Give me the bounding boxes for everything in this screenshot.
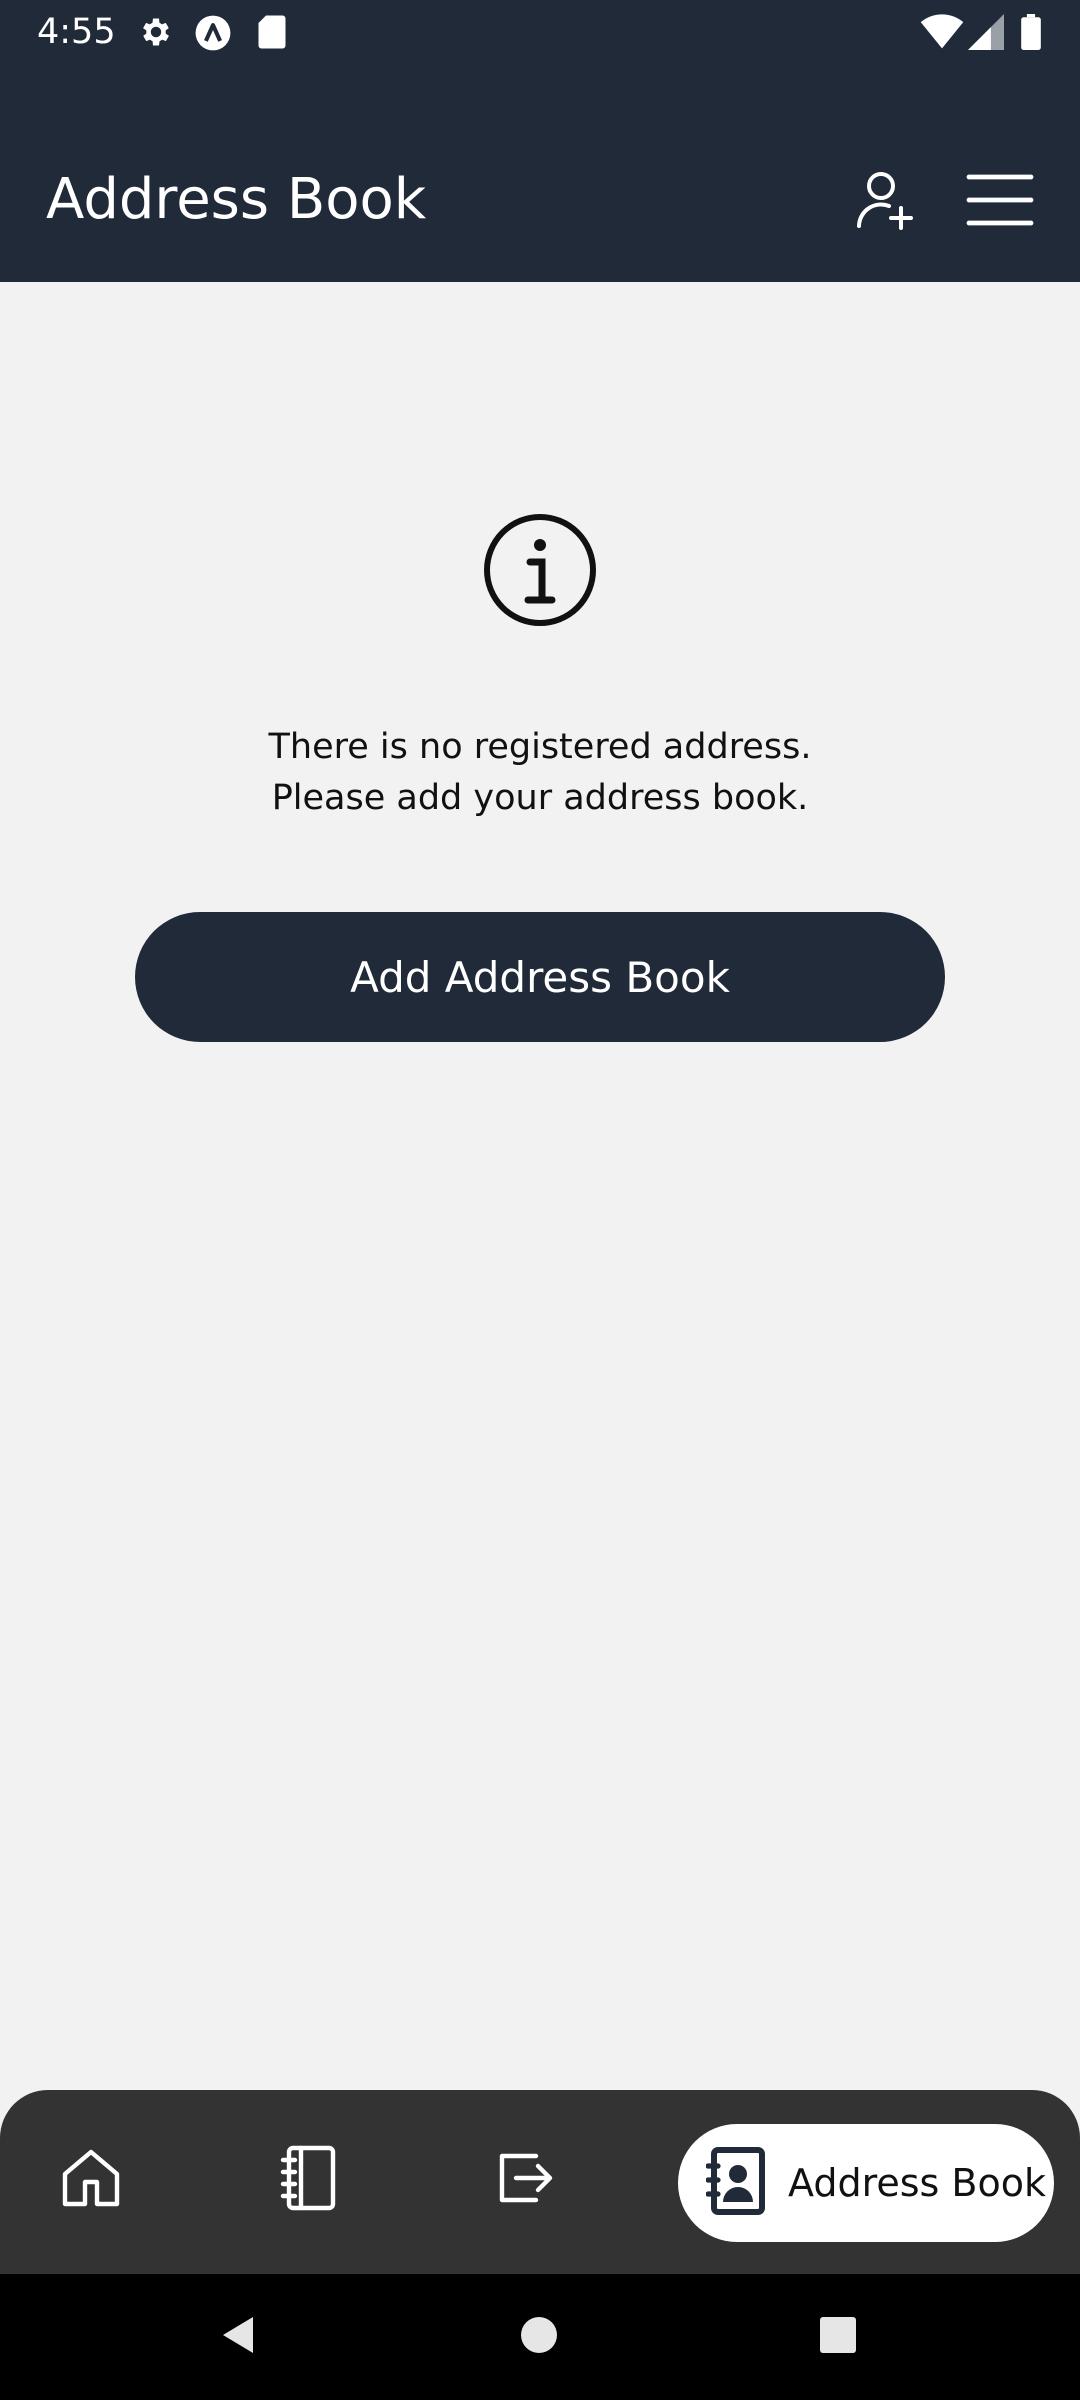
add-person-button[interactable] <box>840 157 930 247</box>
info-icon <box>480 510 600 630</box>
menu-icon <box>965 171 1035 234</box>
menu-button[interactable] <box>955 157 1045 247</box>
battery-icon <box>1020 14 1042 55</box>
home-circle-icon <box>519 2315 559 2360</box>
wifi-icon <box>920 14 964 55</box>
add-person-icon <box>853 168 917 237</box>
app-a-icon <box>194 14 232 57</box>
add-address-book-button[interactable]: Add Address Book <box>135 912 945 1042</box>
page-title: Address Book <box>46 167 427 232</box>
recents-button[interactable] <box>805 2304 871 2370</box>
sd-card-icon <box>256 14 288 55</box>
export-icon <box>496 2148 556 2213</box>
nav-address-book-label: Address Book <box>788 2161 1046 2205</box>
empty-message-line-1: There is no registered address. <box>268 727 812 767</box>
back-icon <box>217 2313 261 2362</box>
nav-notebook[interactable] <box>259 2130 359 2230</box>
empty-message: There is no registered address. Please a… <box>0 722 1080 824</box>
bottom-nav: Address Book <box>0 2090 1080 2274</box>
recents-icon <box>818 2315 858 2360</box>
back-button[interactable] <box>206 2304 272 2370</box>
settings-icon <box>138 14 174 55</box>
system-nav-bar <box>0 2274 1080 2400</box>
contact-book-icon <box>705 2146 766 2221</box>
status-bar: 4:55 <box>0 0 1080 62</box>
nav-address-book[interactable]: Address Book <box>678 2124 1054 2242</box>
status-time: 4:55 <box>37 12 116 52</box>
notebook-icon <box>277 2144 341 2217</box>
home-system-button[interactable] <box>506 2304 572 2370</box>
empty-message-line-2: Please add your address book. <box>271 778 809 818</box>
app-bar: Address Book <box>0 62 1080 282</box>
nav-export[interactable] <box>476 2130 576 2230</box>
signal-icon <box>968 14 1004 55</box>
home-icon <box>59 2146 123 2215</box>
nav-home[interactable] <box>41 2130 141 2230</box>
content-area: There is no registered address. Please a… <box>0 282 1080 2090</box>
